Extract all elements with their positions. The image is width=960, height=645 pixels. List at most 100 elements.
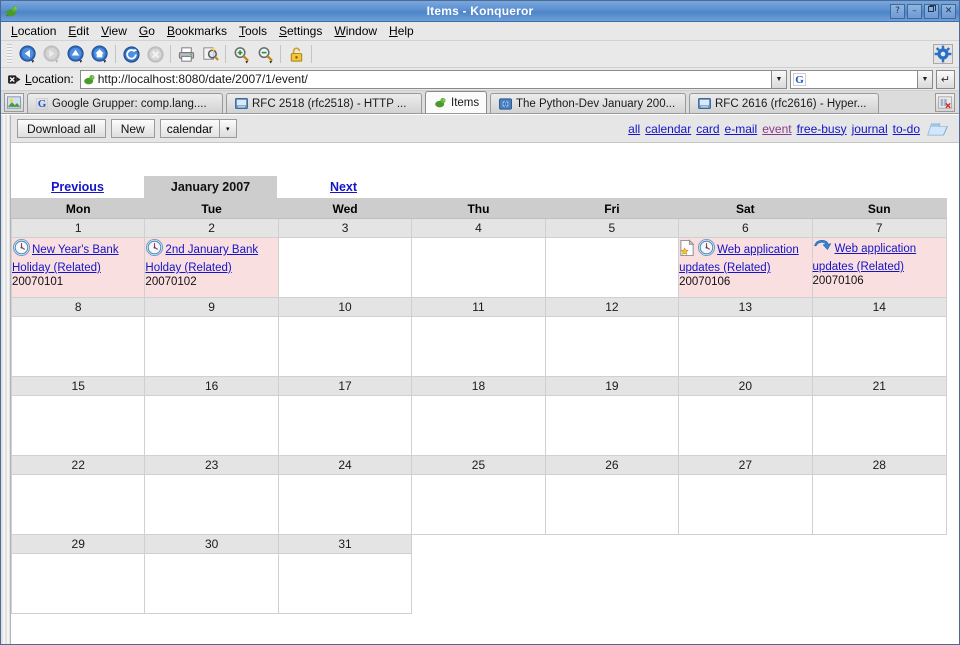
day-cell[interactable] [812,396,946,456]
day-cell[interactable] [412,238,545,298]
url-input[interactable]: http://localhost:8080/date/2007/1/event/ [80,70,772,89]
menu-go[interactable]: Go [133,23,161,39]
day-number[interactable]: 27 [679,456,812,475]
day-cell[interactable] [12,396,145,456]
day-cell[interactable] [679,317,812,377]
tab-python-dev[interactable]: The Python-Dev January 200... [490,93,686,113]
day-number[interactable]: 19 [545,377,678,396]
item-type-select[interactable]: calendar ▾ [160,119,237,138]
tab-google-grupper[interactable]: G Google Grupper: comp.lang.... [27,93,223,113]
print-icon[interactable] [174,43,198,66]
day-cell[interactable] [545,317,678,377]
filter-link-to-do[interactable]: to-do [893,122,920,136]
menu-edit[interactable]: Edit [62,23,95,39]
day-cell[interactable] [278,475,411,535]
lock-icon[interactable] [284,43,308,66]
tab-items[interactable]: Items [425,91,487,113]
next-month-link[interactable]: Next [330,180,357,194]
day-number[interactable]: 7 [812,219,946,238]
day-cell[interactable] [145,554,278,614]
day-cell[interactable] [412,475,545,535]
scrollbar-track[interactable] [1,115,10,644]
day-number[interactable]: 28 [812,456,946,475]
day-number[interactable]: 18 [412,377,545,396]
tab-rfc2518[interactable]: RFC 2518 (rfc2518) - HTTP ... [226,93,422,113]
menu-location[interactable]: Location [5,23,62,39]
filter-link-calendar[interactable]: calendar [645,122,691,136]
day-cell[interactable]: Web application updates (Related) 200701… [812,238,946,298]
download-all-button[interactable]: Download all [17,119,106,138]
day-cell[interactable] [812,317,946,377]
find-icon[interactable] [198,43,222,66]
menu-settings[interactable]: Settings [273,23,328,39]
day-number[interactable]: 24 [278,456,411,475]
day-cell[interactable] [278,317,411,377]
filter-link-event[interactable]: event [762,122,791,136]
search-dropdown-arrow-icon[interactable]: ▼ [918,70,933,89]
toolbar-grip[interactable] [7,44,12,64]
filter-link-email[interactable]: e-mail [725,122,758,136]
vertical-scrollbar[interactable] [1,115,11,644]
day-cell[interactable] [412,396,545,456]
day-cell[interactable] [679,396,812,456]
day-number[interactable]: 17 [278,377,411,396]
day-number[interactable]: 11 [412,298,545,317]
folder-icon[interactable] [927,119,949,138]
day-cell[interactable] [812,475,946,535]
day-cell[interactable] [278,554,411,614]
day-number[interactable]: 23 [145,456,278,475]
up-icon[interactable] [64,43,88,66]
day-number[interactable]: 4 [412,219,545,238]
menu-tools[interactable]: Tools [233,23,273,39]
day-number[interactable]: 6 [679,219,812,238]
filter-link-all[interactable]: all [628,122,640,136]
day-number[interactable]: 9 [145,298,278,317]
day-cell[interactable] [12,554,145,614]
tab-rfc2616[interactable]: RFC 2616 (rfc2616) - Hyper... [689,93,879,113]
close-tab-icon[interactable] [935,93,955,112]
day-cell[interactable] [545,396,678,456]
day-number[interactable]: 12 [545,298,678,317]
day-cell[interactable] [278,396,411,456]
day-cell[interactable] [145,475,278,535]
day-number[interactable]: 26 [545,456,678,475]
day-cell[interactable]: 2nd January Bank Holday (Related) 200701… [145,238,278,298]
day-cell[interactable] [679,475,812,535]
home-icon[interactable] [88,43,112,66]
day-cell[interactable]: Web application updates (Related) 200701… [679,238,812,298]
day-number[interactable]: 16 [145,377,278,396]
day-number[interactable]: 5 [545,219,678,238]
back-icon[interactable] [16,43,40,66]
menu-view[interactable]: View [95,23,133,39]
menu-help[interactable]: Help [383,23,420,39]
zoom-in-icon[interactable] [229,43,253,66]
filter-link-free-busy[interactable]: free-busy [797,122,847,136]
day-number[interactable]: 13 [679,298,812,317]
day-cell[interactable] [12,317,145,377]
filter-link-journal[interactable]: journal [852,122,888,136]
day-cell[interactable] [145,317,278,377]
day-number[interactable]: 15 [12,377,145,396]
close-button[interactable]: ✕ [941,4,956,19]
day-number[interactable]: 3 [278,219,411,238]
clear-location-icon[interactable] [7,74,21,85]
day-number[interactable]: 8 [12,298,145,317]
menu-bookmarks[interactable]: Bookmarks [161,23,233,39]
zoom-out-icon[interactable] [253,43,277,66]
day-number[interactable]: 1 [12,219,145,238]
minimize-button[interactable]: – [907,4,922,19]
day-cell[interactable] [545,238,678,298]
reload-icon[interactable] [119,43,143,66]
maximize-button[interactable] [924,4,939,19]
day-cell[interactable] [145,396,278,456]
filter-link-card[interactable]: card [696,122,719,136]
day-number[interactable]: 29 [12,535,145,554]
help-button[interactable]: ? [890,4,905,19]
day-number[interactable]: 21 [812,377,946,396]
day-number[interactable]: 14 [812,298,946,317]
day-number[interactable]: 30 [145,535,278,554]
previous-month-link[interactable]: Previous [51,180,104,194]
day-cell[interactable] [278,238,411,298]
tab-list-icon[interactable] [4,93,24,112]
go-button[interactable]: ↵ [936,70,955,89]
